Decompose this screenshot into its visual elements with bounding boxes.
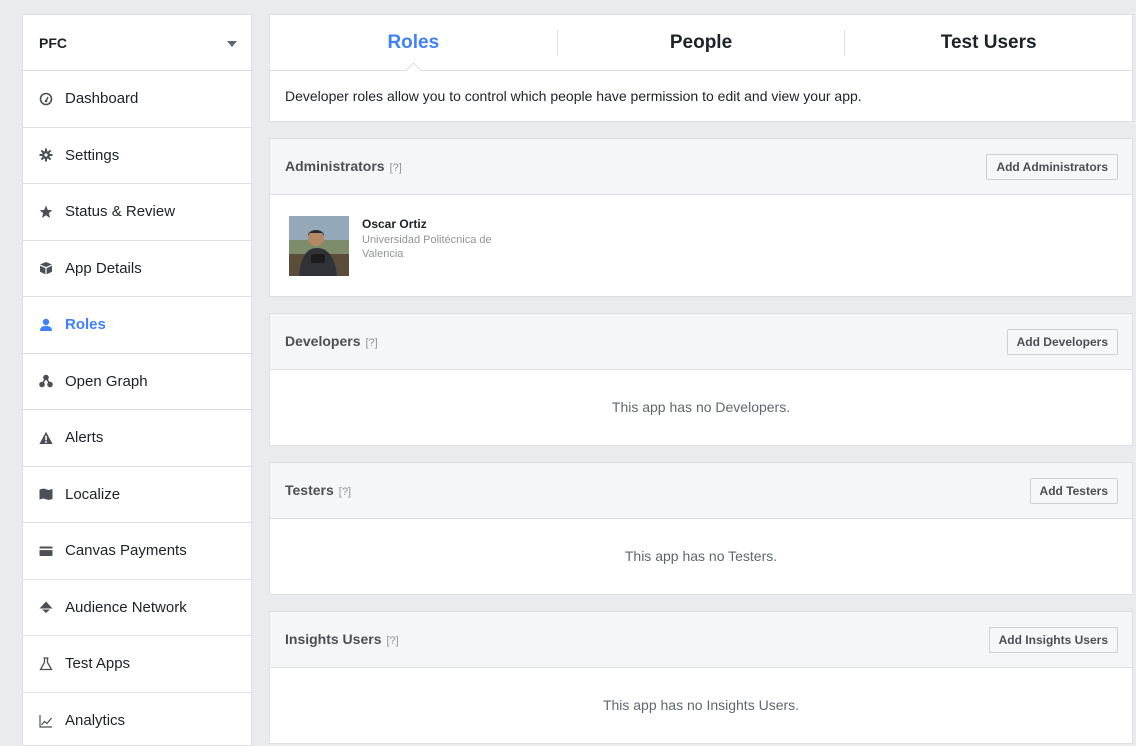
sidebar-item-label: Open Graph — [65, 372, 148, 390]
chevron-down-icon — [227, 40, 237, 47]
sidebar-item-label: Test Apps — [65, 655, 131, 673]
section-title: Administrators — [285, 157, 385, 174]
box-icon — [39, 261, 53, 275]
sidebar-item-label: Settings — [65, 146, 120, 164]
roles-tabs-card: Roles People Test Users Developer roles … — [269, 14, 1133, 122]
sidebar-item-canvas-payments[interactable]: Canvas Payments — [23, 523, 251, 580]
tab-roles[interactable]: Roles — [270, 15, 557, 70]
audience-network-icon — [39, 600, 53, 614]
sidebar-item-app-details[interactable]: App Details — [23, 241, 251, 297]
sidebar-item-label: Alerts — [65, 429, 104, 447]
flask-icon — [39, 657, 53, 671]
help-link[interactable]: [?] — [339, 486, 351, 498]
administrators-section: Administrators [?] Add Administrators Osc… — [269, 138, 1133, 297]
member-row: Oscar Ortiz Universidad Politécnica de V… — [270, 195, 1132, 297]
tab-label: People — [669, 31, 733, 53]
graph-nodes-icon — [39, 374, 53, 388]
app-selector[interactable]: PFC — [23, 15, 251, 71]
sidebar-item-label: Audience Network — [65, 598, 187, 616]
help-link[interactable]: [?] — [390, 162, 402, 174]
roles-intro-text: Developer roles allow you to control whi… — [285, 88, 862, 104]
help-link[interactable]: [?] — [386, 635, 398, 647]
sidebar-item-localize[interactable]: Localize — [23, 467, 251, 523]
sidebar-item-dashboard[interactable]: Dashboard — [23, 71, 251, 128]
warning-icon — [39, 431, 53, 445]
app-name: PFC — [39, 34, 67, 51]
dashboard-icon — [39, 92, 53, 106]
developers-section: Developers [?] Add Developers This app ha… — [269, 313, 1133, 446]
sidebar-item-status-review[interactable]: Status & Review — [23, 184, 251, 241]
sidebar-item-alerts[interactable]: Alerts — [23, 410, 251, 467]
tab-people[interactable]: People — [558, 15, 845, 70]
member-info: Oscar Ortiz Universidad Politécnica de V… — [362, 217, 527, 261]
sidebar-item-label: Dashboard — [65, 90, 139, 108]
person-icon — [39, 318, 53, 332]
section-header: Administrators [?] Add Administrators — [270, 139, 1132, 195]
map-icon — [39, 487, 53, 501]
star-icon — [39, 205, 53, 219]
active-tab-pointer — [405, 62, 421, 71]
sidebar-item-roles[interactable]: Roles — [23, 297, 251, 354]
sidebar-item-open-graph[interactable]: Open Graph — [23, 354, 251, 410]
tab-label: Roles — [387, 31, 440, 53]
sidebar-item-label: Status & Review — [65, 203, 176, 221]
member-name[interactable]: Oscar Ortiz — [362, 217, 527, 231]
line-chart-icon — [39, 714, 53, 728]
avatar[interactable] — [289, 216, 349, 276]
tab-bar: Roles People Test Users — [270, 15, 1132, 71]
card-icon — [39, 544, 53, 558]
section-title: Testers — [285, 481, 334, 498]
help-link[interactable]: [?] — [365, 337, 377, 349]
add-developers-button[interactable]: Add Developers — [1006, 328, 1118, 355]
add-testers-button[interactable]: Add Testers — [1029, 477, 1118, 504]
sidebar: PFC Dashboard Settings Status & Review A… — [22, 14, 252, 746]
add-administrators-button[interactable]: Add Administrators — [986, 153, 1118, 180]
section-header: Insights Users [?] Add Insights Users — [270, 612, 1132, 668]
sidebar-item-label: Canvas Payments — [65, 542, 187, 560]
sidebar-item-test-apps[interactable]: Test Apps — [23, 636, 251, 693]
section-title: Insights Users — [285, 630, 382, 647]
sidebar-item-label: Roles — [65, 316, 106, 334]
tab-label: Test Users — [940, 31, 1037, 53]
empty-state-text: This app has no Testers. — [624, 548, 778, 564]
member-affiliation: Universidad Politécnica de Valencia — [362, 234, 492, 260]
sidebar-item-audience-network[interactable]: Audience Network — [23, 580, 251, 636]
sidebar-item-label: Localize — [65, 485, 121, 503]
sidebar-item-label: Analytics — [65, 712, 126, 730]
testers-section: Testers [?] Add Testers This app has no T… — [269, 462, 1133, 595]
sidebar-item-label: App Details — [65, 259, 142, 277]
section-header: Testers [?] Add Testers — [270, 463, 1132, 519]
section-header: Developers [?] Add Developers — [270, 314, 1132, 370]
add-insights-users-button[interactable]: Add Insights Users — [988, 626, 1118, 653]
section-title: Developers — [285, 332, 361, 349]
empty-state-text: This app has no Insights Users. — [602, 697, 800, 713]
tab-test-users[interactable]: Test Users — [845, 15, 1132, 70]
empty-state-text: This app has no Developers. — [611, 399, 791, 415]
sidebar-item-settings[interactable]: Settings — [23, 128, 251, 184]
sidebar-item-analytics[interactable]: Analytics — [23, 693, 251, 746]
insights-users-section: Insights Users [?] Add Insights Users Thi… — [269, 611, 1133, 744]
gear-icon — [39, 148, 53, 162]
